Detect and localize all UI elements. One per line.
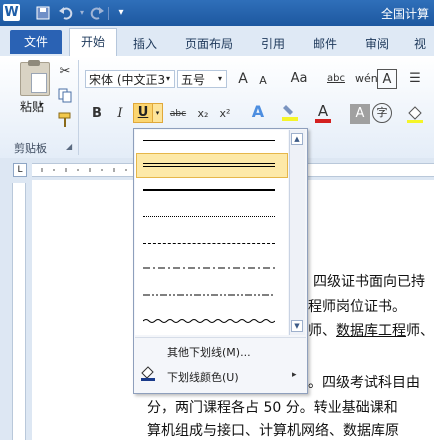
customize-qat-icon[interactable]: ▾ (113, 5, 129, 21)
subscript-button[interactable]: x₂ (193, 104, 213, 124)
undo-icon[interactable] (58, 5, 74, 21)
copy-icon[interactable] (55, 87, 75, 107)
enclose-char-button[interactable]: 字 (372, 103, 392, 123)
underline-color-icon (139, 364, 157, 382)
tab-mailings[interactable]: 邮件 (313, 35, 337, 52)
font-size-dropdown-icon[interactable]: ▾ (218, 70, 222, 88)
underline-style-dash-dot-dot[interactable] (143, 293, 275, 297)
doc-line-4: 。四级考试科目由 (308, 375, 420, 391)
superscript-button[interactable]: x² (215, 104, 235, 124)
underline-color-item[interactable]: 下划线颜色(U) (167, 369, 239, 385)
tab-insert[interactable]: 插入 (133, 35, 157, 52)
underline-button[interactable]: U (133, 103, 153, 123)
doc-underlined-text: 数据库工程 (336, 323, 406, 339)
underline-style-thick[interactable] (143, 189, 275, 191)
vertical-ruler[interactable] (12, 183, 26, 440)
paste-dropdown-icon[interactable]: ▾ (39, 100, 43, 109)
underline-style-wave[interactable] (143, 318, 275, 324)
tab-selector-icon[interactable]: L (13, 163, 27, 177)
doc-line-3-end: 师、 (406, 323, 434, 339)
text-effect-button[interactable]: A (248, 102, 268, 122)
underline-style-dashed[interactable] (143, 243, 275, 244)
tab-review[interactable]: 审阅 (365, 35, 389, 52)
doc-line-3: 师、数据库工程师、↵ (308, 320, 434, 340)
underline-dropdown-icon[interactable]: ▾ (153, 103, 163, 123)
gallery-scroll-up-icon[interactable]: ▲ (291, 133, 303, 145)
underline-style-dotted[interactable] (143, 216, 275, 217)
bold-button[interactable]: B (87, 104, 107, 124)
format-painter-icon[interactable] (55, 111, 75, 131)
bullets-icon[interactable]: ☰ (405, 69, 425, 89)
tab-file[interactable]: 文件 (10, 30, 62, 54)
paste-icon[interactable] (20, 60, 50, 96)
font-name-combo[interactable]: 宋体 (中文正3 (85, 70, 175, 88)
italic-button[interactable]: I (110, 104, 130, 124)
submenu-arrow-icon: ▸ (292, 370, 297, 380)
more-underlines-item[interactable]: 其他下划线(M)... (167, 344, 251, 360)
doc-line-2: 程师岗位证书。 (308, 299, 406, 315)
doc-line-6: 算机组成与接口、计算机网络、数据库原 (147, 423, 399, 439)
save-icon[interactable] (35, 5, 51, 21)
highlight-icon[interactable] (280, 102, 300, 122)
word-logo-icon[interactable]: W (3, 4, 20, 21)
doc-line-3-start: 师、 (308, 323, 336, 339)
tab-view[interactable]: 视 (414, 35, 426, 52)
phonetic-guide-icon[interactable]: wén (355, 69, 378, 89)
change-case-button[interactable]: Aa (287, 69, 311, 89)
grow-font-button[interactable]: A (233, 69, 253, 89)
clear-format-icon[interactable]: abc (326, 69, 346, 89)
tab-home[interactable]: 开始 (69, 28, 117, 56)
underline-style-double[interactable] (143, 163, 275, 167)
underline-style-single[interactable] (143, 140, 275, 141)
qat-separator (108, 7, 109, 20)
char-shading-button[interactable]: A (350, 104, 370, 124)
gallery-scroll-down-icon[interactable]: ▼ (291, 320, 303, 332)
shading-icon[interactable] (405, 104, 425, 124)
doc-line-5: 分，两门课程各占 50 分。转业基础课和 (147, 400, 398, 416)
group-separator (78, 60, 79, 155)
char-border-button[interactable]: A (377, 69, 397, 89)
gallery-scrollbar[interactable] (289, 130, 305, 335)
undo-dropdown-icon[interactable]: ▾ (74, 5, 90, 21)
font-color-swatch (315, 119, 331, 123)
document-title: 全国计算 (381, 7, 430, 21)
menu-separator (135, 337, 306, 338)
font-name-dropdown-icon[interactable]: ▾ (166, 70, 170, 88)
redo-icon[interactable] (89, 5, 105, 21)
doc-line-1: 四级证书面向已持 (313, 274, 425, 290)
clipboard-launcher-icon[interactable]: ◢ (66, 142, 72, 151)
tab-page-layout[interactable]: 页面布局 (185, 35, 233, 52)
strikethrough-button[interactable]: abc (167, 104, 189, 124)
cut-icon[interactable]: ✂ (55, 62, 75, 82)
shrink-font-button[interactable]: A (253, 71, 273, 91)
underline-style-dash-dot[interactable] (143, 266, 275, 270)
font-color-button[interactable]: A (313, 101, 333, 121)
clipboard-group-label: 剪贴板 (14, 142, 47, 155)
tab-references[interactable]: 引用 (261, 35, 285, 52)
